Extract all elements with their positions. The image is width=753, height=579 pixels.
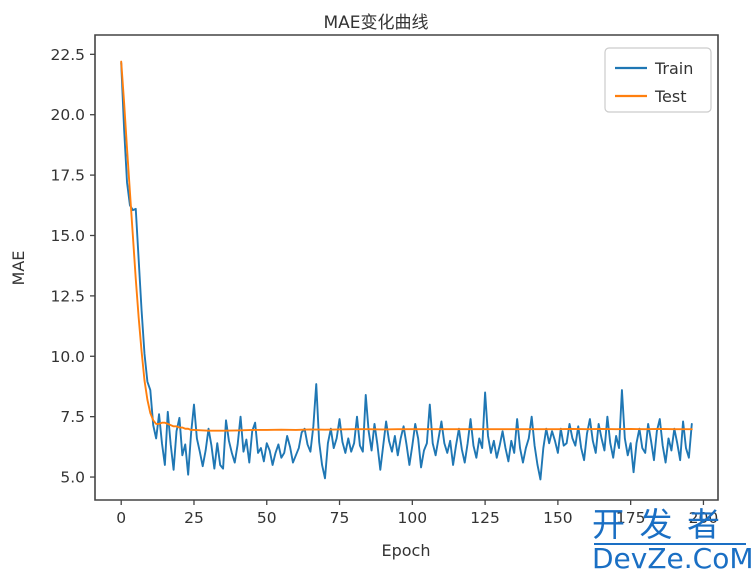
x-tick-label: 75 (330, 509, 350, 527)
x-tick-label: 200 (689, 509, 719, 527)
x-tick-label: 100 (398, 509, 428, 527)
x-tick-label: 25 (184, 509, 204, 527)
matplotlib-figure: 0 25 50 75 100 125 150 175 200 5.0 7.5 10.0 12.5 15.0… (0, 0, 753, 579)
x-tick-label: 150 (543, 509, 573, 527)
x-tick-label: 0 (116, 509, 126, 527)
y-tick-label: 20.0 (50, 106, 85, 124)
legend-label-test[interactable]: Test (654, 87, 687, 106)
y-tick-label: 5.0 (60, 469, 85, 487)
chart-title: MAE变化曲线 (323, 13, 428, 33)
y-tick-label: 10.0 (50, 348, 85, 366)
x-tick-label: 175 (616, 509, 646, 527)
y-tick-label: 22.5 (50, 46, 85, 64)
chart-legend[interactable]: Train Test (604, 47, 712, 113)
y-tick-label: 12.5 (50, 287, 85, 305)
x-axis-title: Epoch (382, 541, 431, 560)
y-tick-label: 7.5 (60, 408, 85, 426)
x-tick-label: 125 (470, 509, 500, 527)
legend-label-train[interactable]: Train (654, 59, 693, 78)
y-axis-title: MAE (9, 251, 28, 286)
mae-curve-chart: 0 25 50 75 100 125 150 175 200 5.0 7.5 10.0 12.5 15.0… (0, 0, 753, 579)
y-tick-label: 15.0 (50, 227, 85, 245)
y-tick-label: 17.5 (50, 167, 85, 185)
x-tick-label: 50 (257, 509, 277, 527)
